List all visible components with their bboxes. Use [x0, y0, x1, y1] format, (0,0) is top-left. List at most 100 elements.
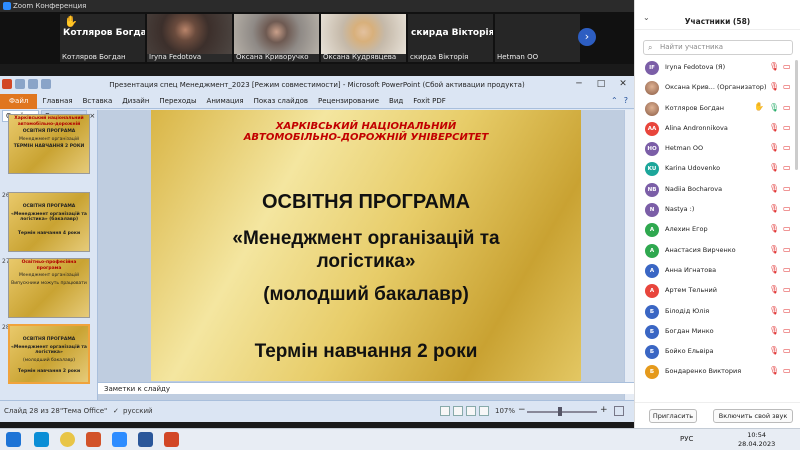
mic-muted-icon: 🎙	[769, 366, 780, 376]
camera-off-icon: ▭	[783, 285, 791, 295]
notes-pane[interactable]: Заметки к слайду	[98, 382, 634, 394]
ppt-app-icon	[2, 79, 12, 89]
zoom-slider-handle[interactable]	[558, 407, 562, 416]
fit-to-window-icon[interactable]	[614, 406, 624, 416]
participant-name: Hetman OO	[665, 144, 704, 153]
video-tile[interactable]: Оксана Кудрявцева	[321, 14, 406, 62]
windows-taskbar: РУС 10:54 28.04.2023	[0, 428, 800, 450]
participant-row[interactable]: KU Karina Udovenko 🎙 ▭	[635, 159, 800, 179]
zoom-level[interactable]: 107%	[495, 407, 515, 415]
raised-hand-icon: ✋	[754, 101, 764, 111]
participant-row[interactable]: A Анастасия Вирченко 🎙 ▭	[635, 241, 800, 261]
vertical-scrollbar[interactable]	[624, 110, 634, 400]
video-tile[interactable]: Iryna Fedotova	[147, 14, 232, 62]
participant-row[interactable]: Б Білодід Юлія 🎙 ▭	[635, 302, 800, 322]
video-tile[interactable]: скирда Вікторія скирда Вікторія	[408, 14, 493, 62]
tab-transitions[interactable]: Переходы	[154, 97, 201, 105]
spellcheck-icon[interactable]: ✓	[113, 407, 119, 415]
participant-scrollbar[interactable]	[795, 60, 798, 170]
tab-view[interactable]: Вид	[384, 97, 408, 105]
participant-row[interactable]: A Алехин Егор 🎙 ▭	[635, 220, 800, 240]
chevron-right-icon[interactable]: ›	[578, 28, 596, 46]
tab-home[interactable]: Главная	[37, 97, 77, 105]
thumb-text: Менеджмент організацій	[19, 273, 79, 278]
video-tile[interactable]: Hetman OO	[495, 14, 580, 62]
camera-off-icon: ▭	[783, 143, 791, 153]
chrome-icon[interactable]	[60, 432, 75, 447]
slide-thumbnail-selected[interactable]: 28 ОСВІТНЯ ПРОГРАМА «Менеджмент організа…	[0, 324, 98, 386]
participant-row[interactable]: Котляров Богдан ✋ 🎙 ▭	[635, 99, 800, 119]
tab-foxit[interactable]: Foxit PDF	[408, 97, 451, 105]
camera-off-icon: ▭	[783, 163, 791, 173]
camera-off-icon: ▭	[783, 224, 791, 234]
tab-review[interactable]: Рецензирование	[313, 97, 384, 105]
word-icon[interactable]	[138, 432, 153, 447]
video-tile[interactable]: ✋ Котляров Богдан Котляров Богдан	[60, 14, 145, 62]
help-icon[interactable]: ?	[624, 96, 628, 105]
panel-close-icon[interactable]: ×	[89, 112, 95, 120]
taskbar-app-icon[interactable]	[86, 432, 101, 447]
participant-row[interactable]: NB Nadiia Bocharova 🎙 ▭	[635, 180, 800, 200]
participant-row[interactable]: N Nastya :) 🎙 ▭	[635, 200, 800, 220]
participant-row[interactable]: A Артем Тельний 🎙 ▭	[635, 281, 800, 301]
language[interactable]: русский	[123, 407, 153, 415]
slide-thumbnail[interactable]: 26 ОСВІТНЯ ПРОГРАМА «Менеджмент організа…	[0, 192, 98, 254]
system-clock[interactable]: 10:54 28.04.2023	[738, 431, 775, 449]
tab-design[interactable]: Дизайн	[117, 97, 154, 105]
participant-row[interactable]: Оксана Крив... (Организатор) 🎙 ▭	[635, 78, 800, 98]
participant-name: Білодід Юлія	[665, 306, 710, 315]
minimize-button[interactable]: ─	[568, 76, 590, 92]
avatar: AA	[645, 121, 659, 136]
save-icon[interactable]	[15, 79, 25, 89]
edge-icon[interactable]	[34, 432, 49, 447]
participant-row[interactable]: Б Богдан Минко 🎙 ▭	[635, 322, 800, 342]
invite-button[interactable]: Пригласить	[649, 409, 697, 423]
zoom-out-button[interactable]: −	[518, 405, 526, 415]
tab-slideshow[interactable]: Показ слайдов	[249, 97, 313, 105]
participant-row[interactable]: HO Hetman OO 🎙 ▭	[635, 139, 800, 159]
thumb-text: ОСВІТНЯ ПРОГРАМА	[22, 337, 76, 342]
reading-view-icon[interactable]	[466, 406, 476, 416]
avatar: Б	[645, 365, 659, 380]
participant-search-input[interactable]: ⌕ Найти участника	[643, 40, 793, 55]
zoom-taskbar-icon[interactable]	[112, 432, 127, 447]
mic-muted-icon: 🎙	[769, 325, 780, 335]
program-title-line-1: «Менеджмент організацій та	[232, 228, 500, 249]
tab-file[interactable]: Файл	[0, 93, 38, 109]
participant-row[interactable]: A Анна Игнатова 🎙 ▭	[635, 261, 800, 281]
unmute-self-button[interactable]: Включить свой звук	[713, 409, 793, 423]
participant-row[interactable]: Б Бойко Ельвіра 🎙 ▭	[635, 342, 800, 362]
participant-list: IF Iryna Fedotova (Я) 🎙 ▭ Оксана Крив... (Ор…	[635, 58, 800, 383]
ribbon-help-area: ⌃ ?	[611, 96, 628, 105]
slide-thumbnail[interactable]: Харківський національний автомобільно-до…	[0, 114, 98, 174]
tab-animation[interactable]: Анимация	[202, 97, 249, 105]
thumb-text: ТЕРМІН НАВЧАННЯ 2 РОКИ	[13, 144, 85, 149]
normal-view-icon[interactable]	[440, 406, 450, 416]
participant-name: Бондаренко Виктория	[665, 367, 742, 376]
slideshow-view-icon[interactable]	[479, 406, 489, 416]
current-slide[interactable]: ХАРКІВСЬКИЙ НАЦІОНАЛЬНИЙ АВТОМОБІЛЬНО-ДО…	[151, 110, 581, 381]
collapse-ribbon-icon[interactable]: ⌃	[611, 96, 618, 105]
powerpoint-icon[interactable]	[164, 432, 179, 447]
zoom-in-button[interactable]: +	[600, 405, 608, 415]
tab-insert[interactable]: Вставка	[78, 97, 118, 105]
zoom-slider[interactable]	[527, 411, 597, 413]
sorter-view-icon[interactable]	[453, 406, 463, 416]
participant-row[interactable]: AA Alina Andronnikova 🎙 ▭	[635, 119, 800, 139]
thumbnail-image: ОСВІТНЯ ПРОГРАМА «Менеджмент організацій…	[8, 192, 90, 252]
undo-icon[interactable]	[28, 79, 38, 89]
video-tile[interactable]: Оксана Криворучко	[234, 14, 319, 62]
status-bar: Слайд 28 из 28 "Тема Office" ✓ русский 1…	[0, 400, 634, 422]
program-title-line-2: логістика»	[316, 251, 416, 272]
slide-thumbnail[interactable]: 27 Освітньо-професійна програма Менеджме…	[0, 258, 98, 320]
participant-row[interactable]: Б Бондаренко Виктория 🎙 ▭	[635, 362, 800, 382]
input-language[interactable]: РУС	[680, 435, 693, 443]
start-button[interactable]	[6, 432, 21, 447]
redo-icon[interactable]	[41, 79, 51, 89]
avatar: NB	[645, 182, 659, 197]
participant-name: Анастасия Вирченко	[665, 245, 736, 254]
avatar: A	[645, 263, 659, 278]
participant-row[interactable]: IF Iryna Fedotova (Я) 🎙 ▭	[635, 58, 800, 78]
maximize-button[interactable]: □	[590, 76, 612, 92]
close-button[interactable]: ✕	[612, 76, 634, 92]
